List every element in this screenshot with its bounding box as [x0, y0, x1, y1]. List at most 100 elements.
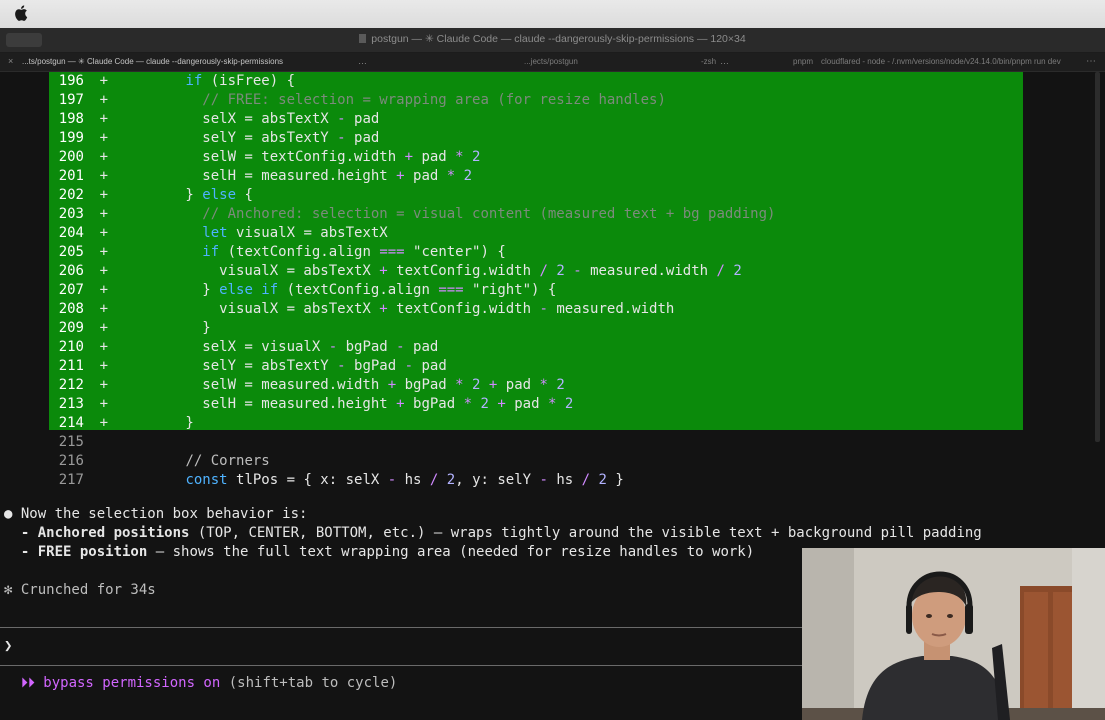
- code-token: hs: [396, 472, 430, 488]
- summary-item-free: - FREE position — shows the full text wr…: [4, 543, 754, 562]
- diff-code: let visualX = absTextX: [118, 225, 388, 241]
- diff-marker: +: [99, 282, 108, 298]
- diff-marker: +: [99, 206, 108, 222]
- code-token: ===: [438, 282, 464, 298]
- permissions-hint: (shift+tab to cycle): [220, 675, 398, 691]
- code-token: -: [337, 111, 346, 127]
- diff-line-number: 208: [58, 301, 84, 317]
- diff-line-number: 212: [58, 377, 84, 393]
- code-token: const: [185, 472, 228, 488]
- code-token: pad: [505, 396, 548, 412]
- code-token: // Corners: [185, 453, 270, 469]
- code-token: selH = measured.height: [118, 396, 397, 412]
- window-title-text: postgun — ✳ Claude Code — claude --dange…: [371, 33, 746, 45]
- code-token: selY = absTextY: [118, 130, 338, 146]
- apple-logo-icon[interactable]: [14, 5, 28, 21]
- terminal-title-bar: postgun — ✳ Claude Code — claude --dange…: [0, 28, 1105, 53]
- code-token: *: [463, 396, 473, 412]
- diff-marker: +: [99, 244, 108, 260]
- tab-zsh[interactable]: -zsh: [701, 57, 716, 66]
- diff-marker: +: [99, 225, 108, 241]
- code-token: /: [716, 263, 725, 279]
- diff-line-number: 215: [58, 434, 84, 450]
- diff-line: 215: [0, 433, 118, 452]
- code-token: bgPad: [404, 396, 464, 412]
- fast-forward-icon: ⏵⏵: [4, 675, 35, 691]
- code-token: -: [396, 339, 405, 355]
- diff-line-number: 204: [58, 225, 84, 241]
- diff-marker: +: [99, 73, 108, 89]
- code-token: pad: [345, 111, 380, 127]
- code-token: +: [497, 396, 506, 412]
- webcam-overlay: [802, 548, 1105, 720]
- tab-claude-code[interactable]: ...ts/postgun — ✳ Claude Code — claude -…: [22, 57, 283, 66]
- diff-code: selY = absTextY - bgPad - pad: [118, 358, 446, 374]
- summary-item-free-title: - FREE position: [4, 544, 148, 560]
- close-tab-icon[interactable]: …: [358, 56, 367, 66]
- diff-line: 205 + if (textConfig.align === "center") …: [0, 243, 506, 262]
- code-token: ===: [379, 244, 405, 260]
- code-token: *: [446, 168, 456, 184]
- code-token: -: [337, 130, 346, 146]
- diff-line-number: 217: [58, 472, 84, 488]
- diff-marker: +: [99, 339, 108, 355]
- diff-line-number: 216: [58, 453, 84, 469]
- code-token: bgPad: [345, 358, 405, 374]
- diff-line-number: 207: [58, 282, 84, 298]
- diff-line: 214 + }: [0, 414, 194, 433]
- diff-code: selH = measured.height + pad * 2: [118, 168, 472, 184]
- diff-line: 211 + selY = absTextY - bgPad - pad: [0, 357, 447, 376]
- code-token: else: [202, 187, 237, 203]
- diff-line-number: 202: [58, 187, 84, 203]
- code-token: 2: [446, 472, 456, 488]
- code-token: // FREE: selection = wrapping area (for …: [202, 92, 666, 108]
- diff-code: if (isFree) {: [118, 73, 295, 89]
- tab-postgun[interactable]: ...jects/postgun: [524, 57, 578, 66]
- code-token: 2: [472, 149, 481, 165]
- code-token: tlPos = { x: selX: [227, 472, 388, 488]
- code-token: if: [202, 244, 220, 260]
- prompt-line[interactable]: ❯: [4, 637, 21, 656]
- code-token: +: [379, 301, 388, 317]
- diff-code: visualX = absTextX + textConfig.width / …: [118, 263, 742, 279]
- code-token: 2: [556, 377, 565, 393]
- code-token: *: [455, 377, 464, 393]
- new-tab-icon[interactable]: ⋯: [1086, 56, 1096, 67]
- diff-line-number: 199: [58, 130, 84, 146]
- window-title: postgun — ✳ Claude Code — claude --dange…: [0, 33, 1105, 45]
- code-token: selW = textConfig.width: [118, 149, 405, 165]
- diff-line: 208 + visualX = absTextX + textConfig.wid…: [0, 300, 675, 319]
- diff-marker: +: [99, 187, 108, 203]
- code-token: 2: [556, 263, 565, 279]
- code-token: 2: [564, 396, 574, 412]
- code-token: visualX = absTextX: [227, 225, 388, 241]
- diff-line: 207 + } else if (textConfig.align === "ri…: [0, 281, 557, 300]
- diff-line: 199 + selY = absTextY - pad: [0, 129, 380, 148]
- diff-line-number: 206: [58, 263, 84, 279]
- diff-line: 216 // Corners: [0, 452, 270, 471]
- diff-line-number: 205: [58, 244, 84, 260]
- tab-pnpm[interactable]: pnpm: [793, 57, 813, 66]
- terminal-scrollbar[interactable]: [1095, 72, 1100, 442]
- diff-marker: [84, 452, 108, 471]
- tab-cloudflared[interactable]: cloudflared - node - /.nvm/versions/node…: [821, 57, 1076, 66]
- close-tab-icon[interactable]: …: [720, 56, 729, 66]
- code-token: }: [606, 472, 624, 488]
- diff-line-number: 196: [58, 73, 84, 89]
- diff-line-number: 200: [58, 149, 84, 165]
- diff-marker: +: [99, 263, 108, 279]
- code-token: visualX = absTextX: [118, 263, 380, 279]
- diff-marker: +: [99, 92, 108, 108]
- permissions-footer[interactable]: ⏵⏵ bypass permissions on (shift+tab to c…: [4, 674, 397, 693]
- macos-menu-bar: [0, 0, 1105, 28]
- diff-line-number: 210: [58, 339, 84, 355]
- diff-line: 212 + selW = measured.width + bgPad * 2 +…: [0, 376, 565, 395]
- close-tab-icon[interactable]: ×: [8, 56, 13, 66]
- diff-code: selY = absTextY - pad: [118, 130, 379, 146]
- code-token: +: [396, 396, 405, 412]
